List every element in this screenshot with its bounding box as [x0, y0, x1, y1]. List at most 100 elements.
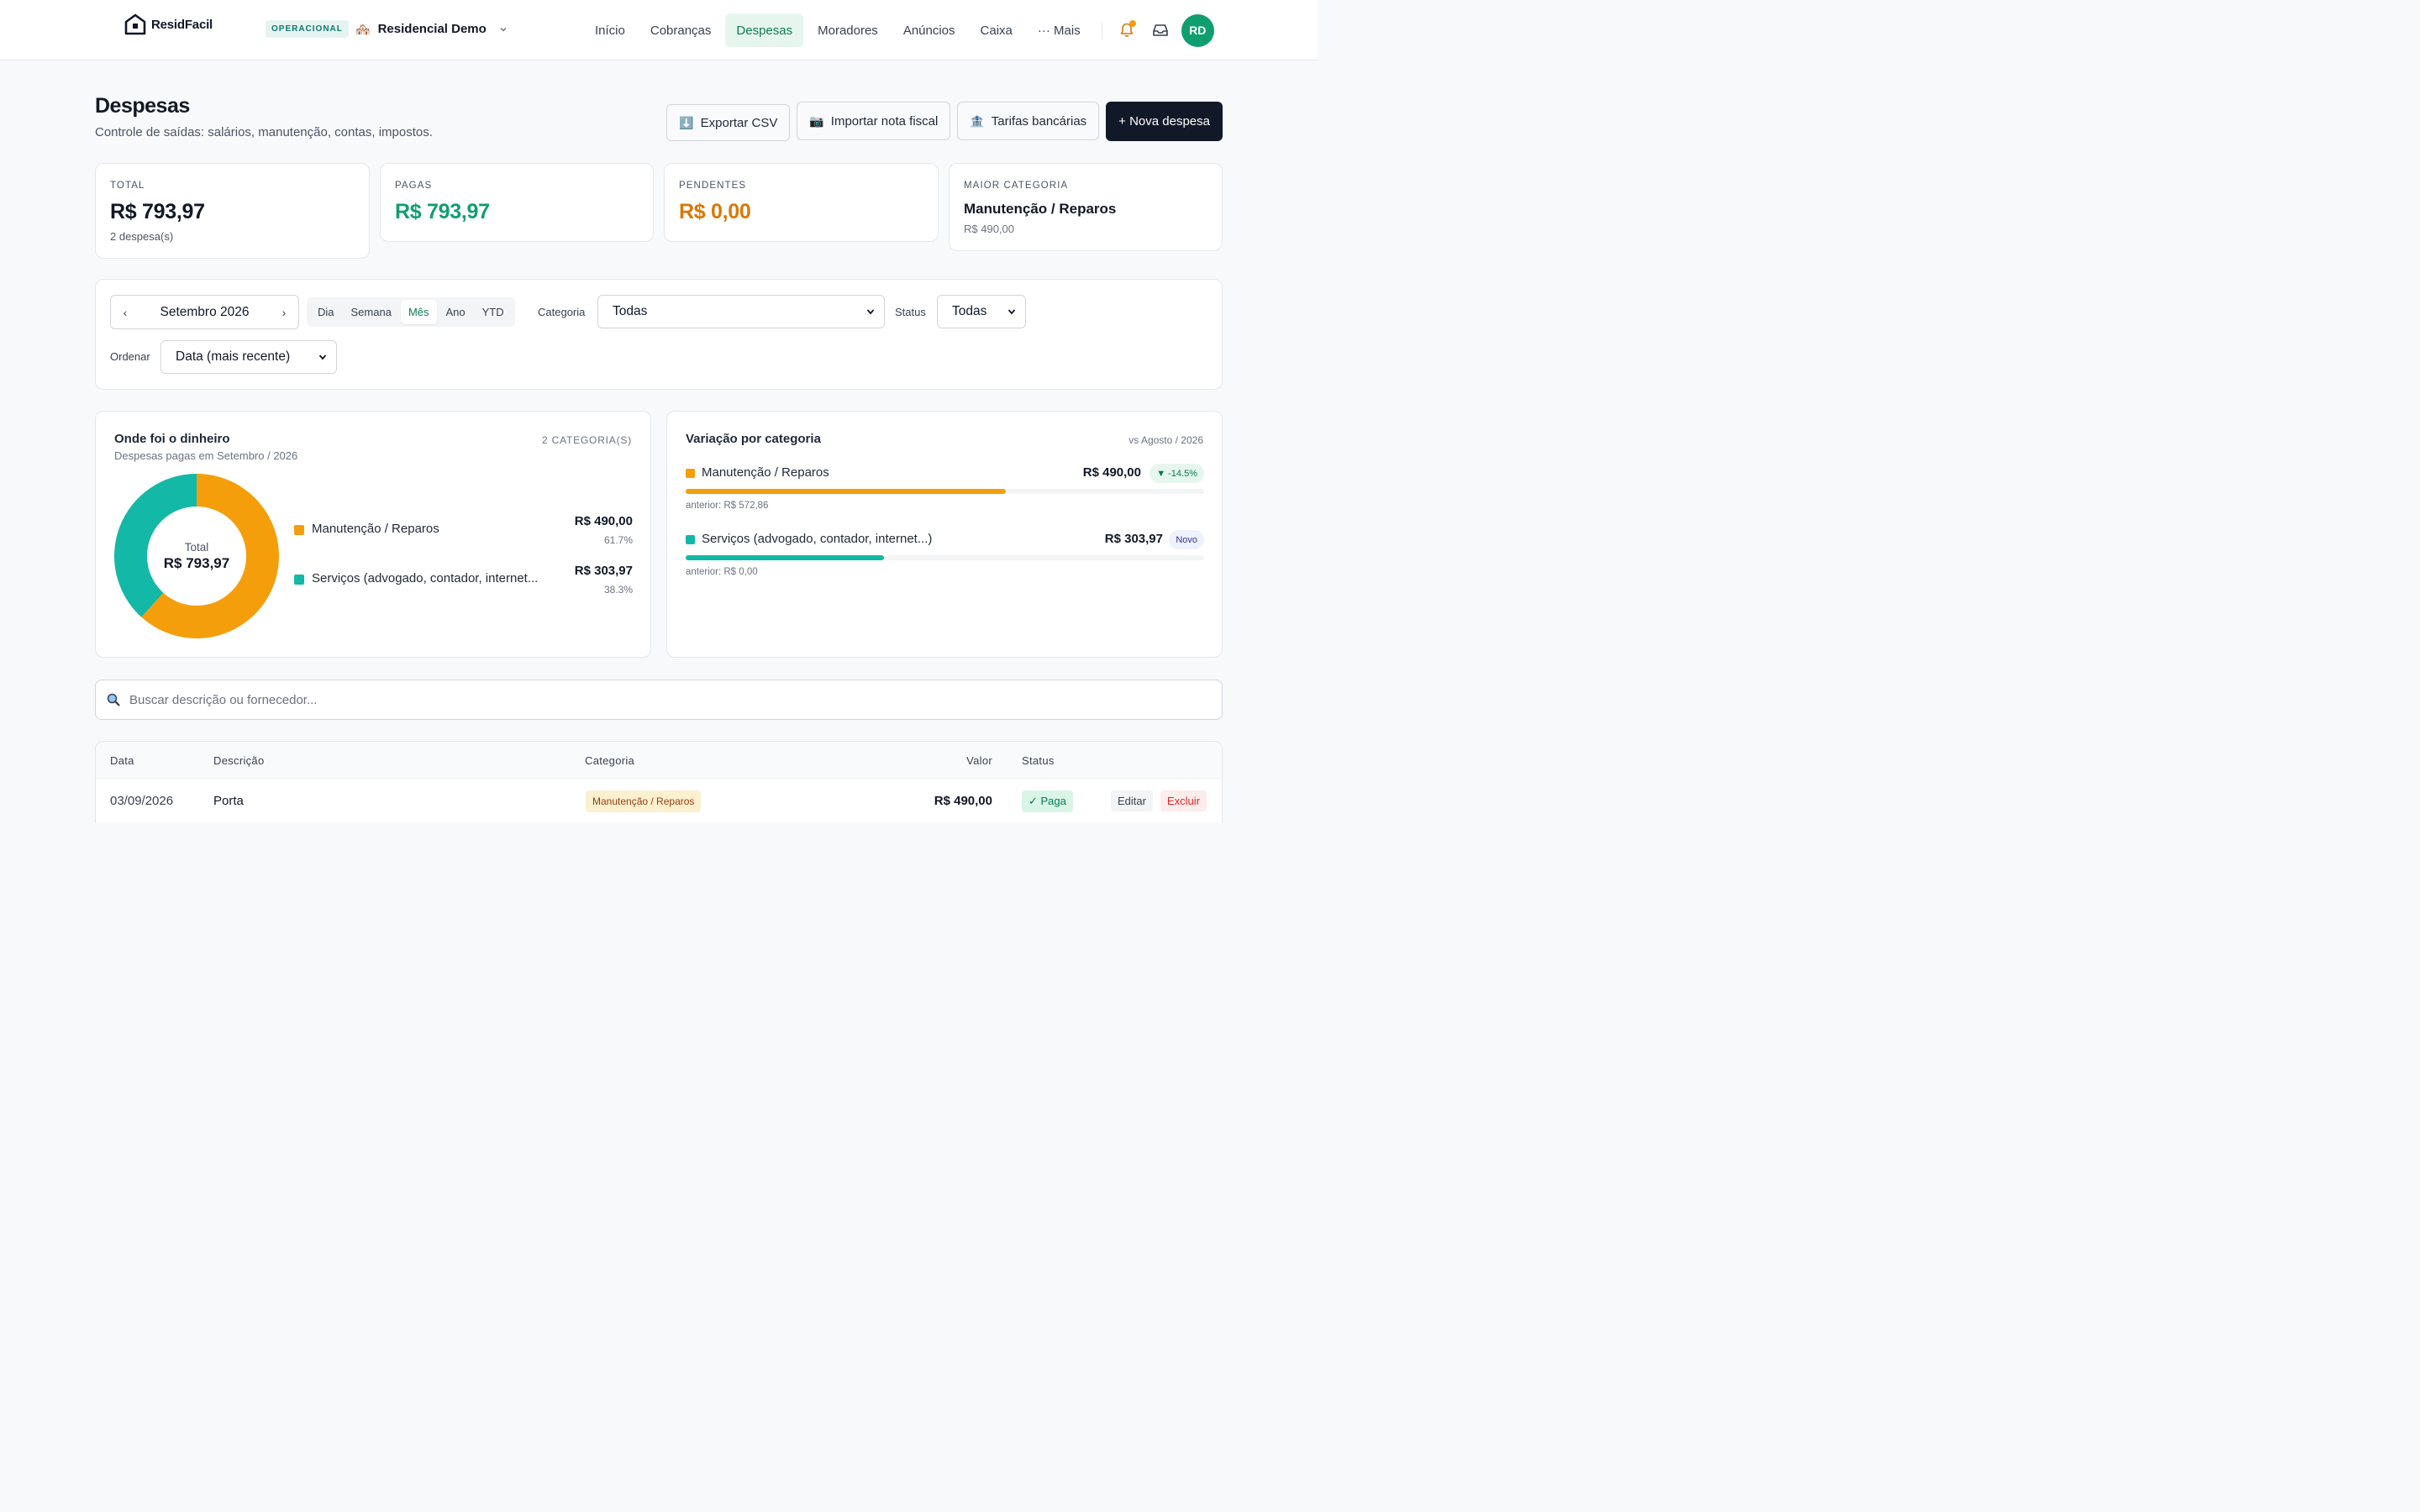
expenses-table: Data Descrição Categoria Valor Status 03… — [95, 741, 1223, 823]
condo-houses-icon: 🏘️ — [355, 22, 371, 37]
variation-bar-fill — [686, 555, 885, 560]
inbox-button[interactable] — [1148, 18, 1173, 43]
filters-panel: ‹ Setembro 2026 › Dia Semana Mês Ano YTD… — [95, 279, 1223, 390]
period-week[interactable]: Semana — [344, 300, 399, 324]
variation-bar-fill — [686, 489, 1006, 494]
legend-item: Serviços (advogado, contador, internet..… — [294, 564, 633, 604]
status-filter-label: Status — [895, 306, 926, 318]
variation-bar-track — [686, 555, 1204, 560]
search-bar — [95, 680, 1223, 720]
app-root: ResidFacil OPERACIONAL 🏘️ Residencial De… — [0, 0, 1318, 823]
variation-row: Serviços (advogado, contador, internet..… — [686, 530, 1204, 577]
search-input[interactable] — [129, 692, 1138, 707]
stat-sub: 2 despesa(s) — [110, 230, 174, 243]
variation-swatch — [686, 469, 695, 478]
category-filter-label: Categoria — [538, 306, 586, 318]
legend-value: R$ 490,00 — [574, 514, 633, 528]
column-header-status[interactable]: Status — [1022, 754, 1055, 767]
panel-subtitle: Despesas pagas em Setembro / 2026 — [114, 449, 298, 462]
panel-title: Variação por categoria — [686, 432, 821, 446]
column-header-value[interactable]: Valor — [966, 754, 992, 767]
legend-swatch — [294, 525, 304, 535]
stat-value: R$ 793,97 — [110, 200, 205, 223]
next-month-button[interactable]: › — [278, 306, 290, 319]
category-count: 2 CATEGORIA(S) — [542, 434, 632, 446]
bank-fees-button[interactable]: 🏦 Tarifas bancárias — [957, 102, 1100, 140]
stat-card-total: TOTAL R$ 793,97 2 despesa(s) — [95, 163, 370, 259]
condo-selector[interactable]: OPERACIONAL 🏘️ Residencial Demo — [266, 20, 508, 38]
variation-previous: anterior: R$ 572,86 — [686, 501, 769, 511]
edit-button[interactable]: Editar — [1111, 790, 1153, 811]
stat-label: PENDENTES — [679, 181, 747, 191]
panel-title: Onde foi o dinheiro — [114, 432, 230, 446]
variation-value: R$ 490,00 — [1082, 465, 1141, 480]
variation-value: R$ 303,97 — [1104, 532, 1163, 546]
period-ytd[interactable]: YTD — [475, 300, 512, 324]
category-select[interactable]: Todas — [597, 295, 885, 328]
legend-value: R$ 303,97 — [574, 564, 633, 578]
prev-month-button[interactable]: ‹ — [119, 306, 131, 319]
nav-item-mais[interactable]: ··· Mais — [1027, 13, 1092, 47]
column-header-description[interactable]: Descrição — [213, 754, 265, 767]
status-select-value: Todas — [952, 304, 987, 318]
condo-name: Residencial Demo — [377, 22, 487, 36]
main-nav: Início Cobranças Despesas Moradores Anún… — [584, 13, 1214, 47]
nav-item-moradores[interactable]: Moradores — [807, 13, 889, 47]
legend-name: Serviços (advogado, contador, internet..… — [312, 571, 539, 585]
nav-item-anuncios[interactable]: Anúncios — [892, 13, 966, 47]
variation-change-badge: ▼ -14.5% — [1150, 464, 1204, 483]
bank-icon: 🏦 — [970, 113, 985, 128]
nav-item-inicio[interactable]: Início — [584, 13, 636, 47]
stat-card-paid: PAGAS R$ 793,97 — [380, 163, 654, 242]
export-csv-button[interactable]: ⬇️ Exportar CSV — [666, 104, 791, 141]
legend-item: Manutenção / Reparos R$ 490,00 61.7% — [294, 514, 633, 554]
notifications-button[interactable] — [1114, 18, 1139, 43]
column-header-category[interactable]: Categoria — [585, 754, 634, 767]
donut-center-label: Total — [184, 540, 209, 554]
table-header: Data Descrição Categoria Valor Status — [96, 742, 1222, 779]
category-badge: Manutenção / Reparos — [586, 790, 702, 812]
variation-category: Manutenção / Reparos — [702, 465, 829, 480]
top-category-name: Manutenção / Reparos — [964, 201, 1117, 217]
new-expense-button[interactable]: + Nova despesa — [1106, 102, 1223, 141]
variation-swatch — [686, 535, 695, 544]
category-select-value: Todas — [613, 304, 648, 318]
table-row[interactable]: 03/09/2026 Porta Manutenção / Reparos R$… — [96, 780, 1222, 823]
column-header-date[interactable]: Data — [110, 754, 134, 767]
chevron-down-icon — [500, 27, 507, 32]
order-select[interactable]: Data (mais recente) — [160, 340, 337, 374]
nav-item-cobrancas[interactable]: Cobranças — [639, 13, 723, 47]
cell-date: 03/09/2026 — [110, 794, 174, 808]
operational-status-badge: OPERACIONAL — [266, 20, 349, 38]
app-logo[interactable]: ResidFacil — [124, 13, 213, 35]
period-year[interactable]: Ano — [439, 300, 473, 324]
order-select-value: Data (mais recente) — [176, 349, 291, 364]
page-title: Despesas — [95, 94, 190, 118]
chevron-down-icon — [1007, 309, 1016, 315]
chevron-down-icon — [866, 309, 875, 315]
delete-button[interactable]: Excluir — [1160, 790, 1207, 811]
stat-label: TOTAL — [110, 181, 145, 191]
search-icon — [107, 693, 120, 706]
variation-bar-track — [686, 489, 1204, 494]
nav-item-caixa[interactable]: Caixa — [970, 13, 1023, 47]
period-day[interactable]: Dia — [310, 300, 342, 324]
nav-item-despesas[interactable]: Despesas — [725, 13, 804, 47]
stat-card-pending: PENDENTES R$ 0,00 — [664, 163, 939, 242]
period-month[interactable]: Mês — [400, 300, 437, 324]
import-invoice-button[interactable]: 📷 Importar nota fiscal — [797, 102, 951, 140]
variation-category: Serviços (advogado, contador, internet..… — [702, 532, 933, 546]
status-select[interactable]: Todas — [937, 295, 1026, 328]
comparison-period: vs Agosto / 2026 — [1128, 434, 1203, 446]
order-label: Ordenar — [110, 350, 150, 363]
status-badge: ✓ Paga — [1022, 790, 1073, 812]
legend-percent: 61.7% — [603, 534, 633, 546]
donut-center: Total R$ 793,97 — [114, 474, 279, 638]
user-avatar[interactable]: RD — [1181, 13, 1214, 47]
donut-center-value: R$ 793,97 — [163, 554, 230, 571]
donut-chart: Total R$ 793,97 — [114, 474, 279, 638]
stat-card-top-category: MAIOR CATEGORIA Manutenção / Reparos R$ … — [949, 163, 1223, 251]
variation-row: Manutenção / Reparos R$ 490,00 ▼ -14.5% … — [686, 464, 1204, 511]
import-invoice-label: Importar nota fiscal — [830, 113, 939, 129]
cell-value: R$ 490,00 — [934, 794, 992, 808]
